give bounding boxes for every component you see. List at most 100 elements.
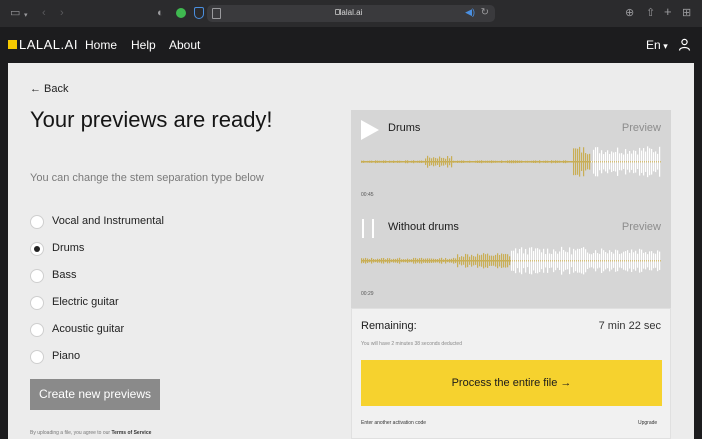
play-icon[interactable] — [361, 120, 379, 140]
waveform-bar — [433, 258, 435, 263]
waveform-bar — [483, 160, 485, 163]
waveform-bar — [569, 161, 571, 163]
waveform-bar — [379, 258, 381, 263]
remaining-label: Remaining: — [361, 320, 417, 332]
waveform-bar — [523, 253, 525, 269]
logo[interactable]: LALAL.AI — [19, 37, 78, 52]
waveform-bar — [363, 160, 365, 163]
waveform-bar — [599, 153, 601, 171]
process-file-button[interactable]: Process the entire file → — [361, 360, 662, 406]
nav-link-home[interactable]: Home — [85, 38, 117, 52]
waveform-bar — [543, 248, 545, 273]
waveform-bar — [489, 160, 491, 163]
waveform-bar — [441, 157, 443, 166]
waveform-bar — [621, 153, 623, 171]
waveform-drums[interactable] — [361, 144, 661, 180]
waveform-bar — [575, 250, 577, 272]
waveform-bar — [465, 253, 467, 268]
back-link[interactable]: ← Back — [30, 83, 69, 95]
waveform-bar — [607, 253, 609, 269]
waveform-bar — [451, 156, 453, 168]
waveform-bar — [659, 251, 661, 270]
waveform-bar — [425, 258, 427, 263]
extension-icon[interactable] — [176, 8, 186, 18]
waveform-bar — [645, 151, 647, 172]
waveform-without-drums[interactable] — [361, 243, 661, 279]
sidebar-icon[interactable]: ▭ — [10, 7, 20, 20]
waveform-bar — [503, 254, 505, 268]
waveform-bar — [659, 146, 661, 177]
waveform-bar — [371, 160, 373, 163]
nav-link-help[interactable]: Help — [131, 38, 156, 52]
terms-notice: By uploading a file, you agree to our Te… — [30, 430, 151, 436]
waveform-bar — [531, 160, 533, 163]
waveform-bar — [601, 150, 603, 174]
waveform-bar — [491, 255, 493, 266]
sound-icon[interactable]: ◀) — [465, 7, 475, 18]
new-tab-icon[interactable]: + — [664, 5, 672, 18]
shield-icon[interactable]: ◐ — [157, 7, 164, 20]
reload-icon[interactable]: ↻ — [481, 7, 489, 18]
option-label: Drums — [52, 242, 85, 254]
waveform-bar — [603, 250, 605, 272]
waveform-bar — [445, 257, 447, 264]
waveform-bar — [381, 258, 383, 264]
waveform-bar — [455, 160, 457, 163]
nav-link-about[interactable]: About — [169, 38, 200, 52]
waveform-bar — [639, 248, 641, 273]
waveform-bar — [533, 160, 535, 163]
waveform-bar — [581, 152, 583, 171]
address-bar[interactable]: lalal.ai ◀) ↻ — [207, 5, 495, 22]
waveform-bar — [557, 160, 559, 163]
radio-button-selected[interactable] — [30, 242, 44, 256]
waveform-bar — [587, 252, 589, 269]
download-icon[interactable]: ⊕ — [625, 7, 634, 20]
waveform-bar — [377, 258, 379, 263]
radio-button[interactable] — [30, 215, 44, 229]
waveform-bar — [507, 160, 509, 164]
waveform-bar — [497, 160, 499, 163]
radio-button[interactable] — [30, 350, 44, 364]
waveform-bar — [545, 160, 547, 163]
waveform-bar — [553, 160, 555, 163]
waveform-bar — [501, 160, 503, 164]
waveform-bar — [387, 161, 389, 163]
radio-button[interactable] — [30, 269, 44, 283]
waveform-bar — [469, 160, 471, 163]
waveform-bar — [539, 249, 541, 273]
tab-overview-icon[interactable]: ⊞ — [682, 7, 691, 20]
waveform-bar — [419, 258, 421, 264]
waveform-bar — [463, 256, 465, 265]
waveform-bar — [405, 160, 407, 164]
back-arrow-icon[interactable]: ‹ — [42, 7, 46, 20]
waveform-bar — [453, 257, 455, 264]
activation-code-link[interactable]: Enter another activation code — [361, 420, 426, 426]
waveform-bar — [569, 247, 571, 275]
upgrade-link[interactable]: Upgrade — [638, 420, 657, 426]
waveform-bar — [377, 160, 379, 163]
waveform-bar — [435, 258, 437, 263]
waveform-bar — [443, 157, 445, 166]
waveform-bar — [547, 248, 549, 273]
forward-arrow-icon[interactable]: › — [60, 7, 64, 20]
waveform-bar — [467, 254, 469, 268]
terms-link[interactable]: Terms of Service — [111, 430, 151, 436]
waveform-bar — [431, 258, 433, 263]
waveform-bar — [587, 154, 589, 170]
user-icon[interactable] — [678, 38, 691, 51]
waveform-bar — [605, 152, 607, 172]
waveform-bar — [407, 160, 409, 164]
waveform-bar — [369, 259, 371, 263]
vpn-icon[interactable] — [194, 7, 204, 19]
waveform-bar — [469, 256, 471, 265]
share-icon[interactable]: ⇧ — [646, 7, 655, 20]
waveform-bar — [493, 255, 495, 266]
chevron-down-icon[interactable]: ▾ — [24, 9, 28, 22]
radio-button[interactable] — [30, 296, 44, 310]
waveform-bar — [471, 254, 473, 267]
waveform-bar — [533, 251, 535, 271]
create-previews-button[interactable]: Create new previews — [30, 379, 160, 410]
language-selector[interactable]: En ▾ — [646, 38, 668, 52]
radio-button[interactable] — [30, 323, 44, 337]
pause-icon[interactable] — [362, 219, 376, 238]
